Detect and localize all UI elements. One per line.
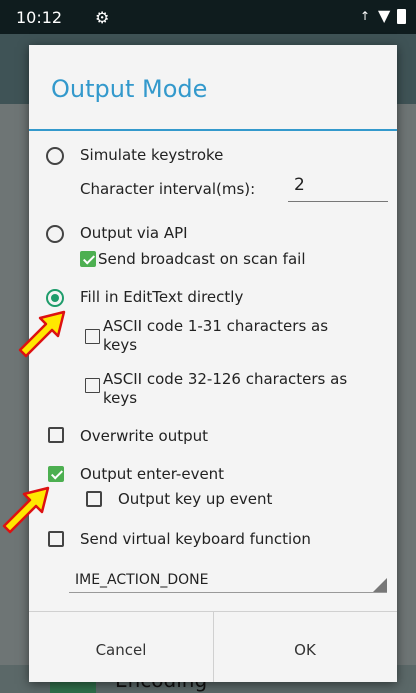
spinner-arrow-icon[interactable] xyxy=(373,578,387,592)
ascii-1-31-checkbox[interactable] xyxy=(85,329,100,344)
status-bar: 10:12 ⚙ ↑ ▼ xyxy=(0,0,416,34)
ime-action-spinner[interactable]: IME_ACTION_DONE xyxy=(75,571,208,590)
ime-spinner-underline xyxy=(69,592,387,593)
status-time: 10:12 xyxy=(16,8,63,27)
send-virtual-keyboard-label[interactable]: Send virtual keyboard function xyxy=(80,530,311,549)
output-enter-event-label[interactable]: Output enter-event xyxy=(80,465,224,484)
output-key-up-label[interactable]: Output key up event xyxy=(118,490,272,509)
gear-icon: ⚙ xyxy=(95,8,110,27)
ascii-1-31-label-line2[interactable]: keys xyxy=(103,336,137,355)
title-divider xyxy=(29,129,397,131)
wifi-icon: ▼ xyxy=(378,6,391,25)
ascii-32-126-checkbox[interactable] xyxy=(85,378,100,393)
output-key-up-checkbox[interactable] xyxy=(86,491,102,507)
overwrite-output-checkbox[interactable] xyxy=(48,427,64,443)
send-broadcast-checkbox[interactable] xyxy=(80,251,96,267)
battery-icon xyxy=(397,9,406,24)
send-broadcast-label[interactable]: Send broadcast on scan fail xyxy=(98,250,306,269)
overwrite-output-label[interactable]: Overwrite output xyxy=(80,427,208,446)
cancel-button[interactable]: Cancel xyxy=(29,641,213,659)
arrow-annotation-icon xyxy=(18,310,66,358)
ascii-32-126-label-line2[interactable]: keys xyxy=(103,389,137,408)
output-mode-dialog: Output Mode Simulate keystroke Character… xyxy=(29,45,397,682)
simulate-keystroke-radio[interactable] xyxy=(46,147,64,165)
char-interval-label: Character interval(ms): xyxy=(80,180,256,198)
output-via-api-radio[interactable] xyxy=(46,225,64,243)
ok-button[interactable]: OK xyxy=(213,641,397,659)
char-interval-underline xyxy=(288,201,388,202)
output-via-api-label[interactable]: Output via API xyxy=(80,224,188,243)
dialog-title: Output Mode xyxy=(51,75,208,103)
ascii-1-31-label-line1[interactable]: ASCII code 1-31 characters as xyxy=(103,317,328,336)
fill-edittext-label[interactable]: Fill in EditText directly xyxy=(80,288,243,307)
char-interval-input[interactable]: 2 xyxy=(294,175,305,195)
arrow-annotation-icon xyxy=(2,486,50,534)
fill-edittext-radio[interactable] xyxy=(46,289,64,307)
simulate-keystroke-label[interactable]: Simulate keystroke xyxy=(80,146,223,165)
ascii-32-126-label-line1[interactable]: ASCII code 32-126 characters as xyxy=(103,370,347,389)
signal-icon: ↑ xyxy=(360,9,371,23)
output-enter-event-checkbox[interactable] xyxy=(48,466,64,482)
